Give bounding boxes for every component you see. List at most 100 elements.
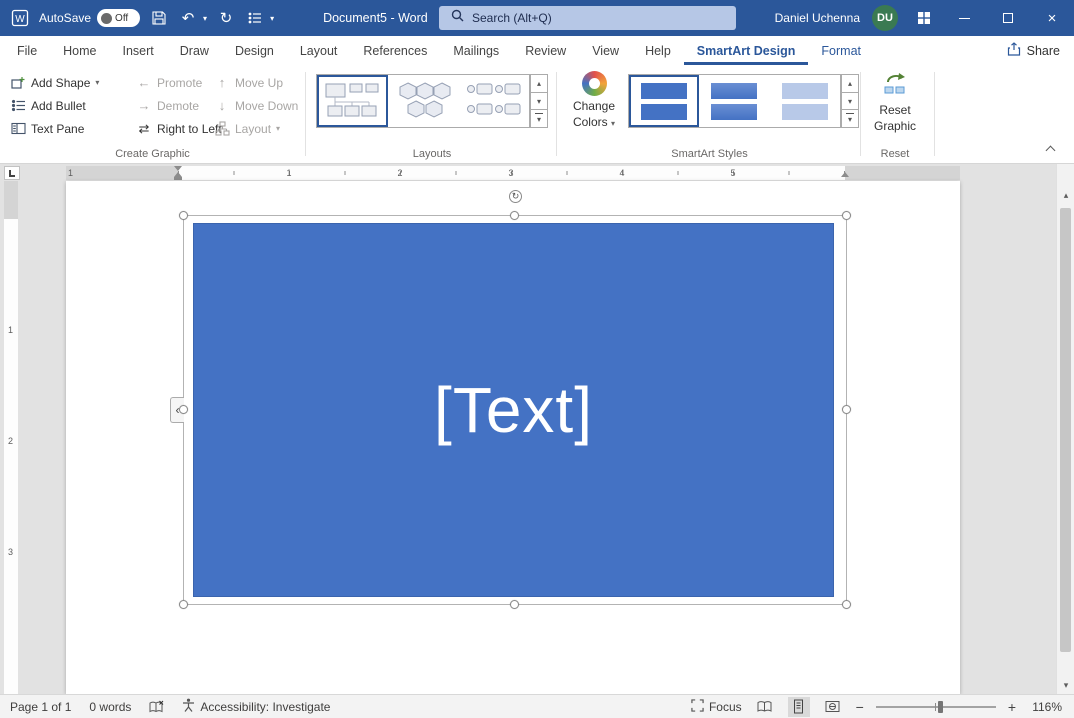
svg-text:W: W (15, 14, 25, 25)
resize-handle-middle-right[interactable] (842, 405, 851, 414)
layouts-more-icon[interactable]: ▾ (530, 110, 548, 128)
autosave-toggle[interactable]: AutoSave Off (39, 9, 140, 27)
zoom-slider-thumb[interactable] (938, 701, 943, 713)
avatar[interactable]: DU (872, 5, 898, 31)
move-down-button[interactable]: ↓ Move Down (214, 95, 298, 116)
layouts-scroll-up-icon[interactable]: ▴ (530, 74, 548, 93)
resize-handle-middle-left[interactable] (179, 405, 188, 414)
layout-thumb-3[interactable] (458, 75, 529, 127)
close-button[interactable]: × (1030, 0, 1074, 36)
user-name[interactable]: Daniel Uchenna (775, 11, 860, 25)
styles-scroll-up-icon[interactable]: ▴ (841, 74, 859, 93)
tab-draw[interactable]: Draw (167, 36, 222, 65)
resize-handle-bottom-center[interactable] (510, 600, 519, 609)
undo-icon[interactable]: ↶ (178, 8, 198, 28)
tab-mailings[interactable]: Mailings (440, 36, 512, 65)
change-colors-button[interactable]: Change Colors ▾ (565, 71, 623, 130)
ruler-number: 2 (397, 168, 402, 178)
scroll-up-icon[interactable]: ▴ (1057, 186, 1074, 204)
quick-access-chevron-icon[interactable]: ▾ (270, 14, 274, 23)
tab-references[interactable]: References (350, 36, 440, 65)
tab-help[interactable]: Help (632, 36, 684, 65)
add-bullet-button[interactable]: Add Bullet (10, 95, 86, 116)
resize-handle-bottom-left[interactable] (179, 600, 188, 609)
smartart-selection-frame[interactable]: ↻ ‹ [Text] (183, 215, 847, 605)
share-label: Share (1027, 44, 1060, 58)
text-pane-button[interactable]: Text Pane (10, 118, 84, 139)
print-layout-button[interactable] (788, 697, 810, 717)
right-to-left-button[interactable]: ⇄ Right to Left (136, 118, 222, 139)
word-logo-icon[interactable]: W (10, 8, 30, 28)
accessibility-checker[interactable]: Accessibility: Investigate (182, 698, 330, 715)
zoom-slider[interactable] (876, 699, 996, 715)
tab-insert[interactable]: Insert (110, 36, 167, 65)
styles-gallery-scroll: ▴ ▾ ▾ (841, 74, 859, 128)
tab-home[interactable]: Home (50, 36, 109, 65)
share-button[interactable]: Share (1007, 36, 1060, 65)
zoom-slider-track[interactable] (876, 706, 996, 708)
resize-handle-top-right[interactable] (842, 211, 851, 220)
reset-graphic-button[interactable]: Reset Graphic (866, 71, 924, 134)
scroll-down-icon[interactable]: ▾ (1057, 676, 1074, 694)
collapse-ribbon-button[interactable] (1042, 143, 1058, 155)
redo-icon[interactable]: ↻ (216, 8, 236, 28)
resize-handle-top-center[interactable] (510, 211, 519, 220)
tab-stop-selector[interactable] (4, 166, 20, 180)
resize-handle-bottom-right[interactable] (842, 600, 851, 609)
zoom-out-button[interactable]: − (856, 699, 864, 715)
rotate-handle[interactable]: ↻ (509, 190, 522, 203)
left-indent-marker[interactable] (174, 177, 182, 180)
styles-scroll-down-icon[interactable]: ▾ (841, 93, 859, 111)
style-thumb-1[interactable] (629, 75, 699, 127)
move-up-button[interactable]: ↑ Move Up (214, 72, 283, 93)
word-count[interactable]: 0 words (89, 700, 131, 714)
smartart-placeholder-text[interactable]: [Text] (434, 373, 593, 447)
styles-more-icon[interactable]: ▾ (841, 110, 859, 128)
ribbon-display-options-icon[interactable] (914, 8, 934, 28)
minimize-button[interactable] (942, 0, 986, 36)
right-indent-marker[interactable] (841, 172, 849, 177)
zoom-level[interactable]: 116% (1028, 700, 1062, 714)
layout-thumb-2[interactable] (388, 75, 459, 127)
save-icon[interactable] (149, 8, 169, 28)
layout-icon (214, 121, 230, 136)
style-thumb-2[interactable] (699, 75, 769, 127)
tab-smartart-design[interactable]: SmartArt Design (684, 36, 809, 65)
zoom-in-button[interactable]: + (1008, 699, 1016, 715)
resize-handle-top-left[interactable] (179, 211, 188, 220)
vertical-scrollbar[interactable]: ▴ ▾ (1056, 164, 1074, 694)
smartart-shape[interactable]: [Text] (193, 223, 834, 597)
document-area: 1 1 2 3 4 5 1 2 3 ↻ ‹ [Text] (0, 164, 1074, 694)
style-thumb-3[interactable] (770, 75, 840, 127)
tab-review[interactable]: Review (512, 36, 579, 65)
page-indicator[interactable]: Page 1 of 1 (10, 700, 71, 714)
proofing-errors-button[interactable] (149, 700, 164, 714)
tab-layout[interactable]: Layout (287, 36, 351, 65)
customize-toolbar-icon[interactable] (245, 8, 265, 28)
tab-format[interactable]: Format (808, 36, 874, 65)
document-page[interactable]: ↻ ‹ [Text] (66, 181, 960, 694)
collapse-ribbon-icon (1045, 146, 1055, 156)
accessibility-label: Accessibility: Investigate (200, 700, 330, 714)
demote-button[interactable]: → Demote (136, 95, 199, 116)
web-layout-button[interactable] (822, 697, 844, 717)
promote-button[interactable]: ← Promote (136, 72, 202, 93)
text-pane-label: Text Pane (31, 122, 84, 136)
undo-dropdown-icon[interactable]: ▾ (203, 14, 207, 23)
layouts-scroll-down-icon[interactable]: ▾ (530, 93, 548, 111)
tab-view[interactable]: View (579, 36, 632, 65)
layout-thumb-1[interactable] (317, 75, 388, 127)
read-mode-button[interactable] (754, 697, 776, 717)
document-title: Document5 - Word (323, 11, 428, 25)
focus-button[interactable]: Focus (691, 699, 742, 715)
search-input[interactable] (472, 11, 702, 25)
add-shape-button[interactable]: Add Shape ▾ (10, 72, 99, 93)
tab-design[interactable]: Design (222, 36, 287, 65)
tab-file[interactable]: File (4, 36, 50, 65)
scrollbar-thumb[interactable] (1060, 208, 1071, 652)
layout-button[interactable]: Layout ▾ (214, 118, 280, 139)
move-down-icon: ↓ (214, 98, 230, 113)
maximize-button[interactable] (986, 0, 1030, 36)
search-box[interactable] (439, 6, 736, 30)
first-line-indent-marker[interactable] (174, 166, 182, 171)
